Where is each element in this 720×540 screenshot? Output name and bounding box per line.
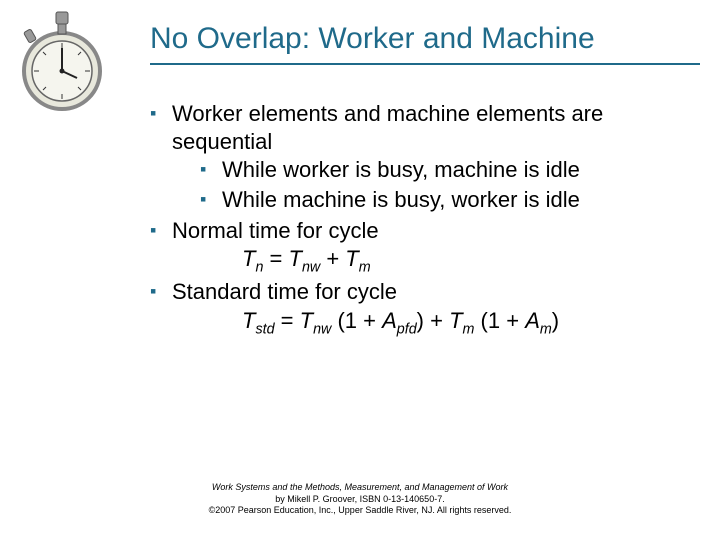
bullet-2: Normal time for cycle Tn = Tnw + Tm [150,217,660,277]
footer-line-3: ©2007 Pearson Education, Inc., Upper Sad… [0,505,720,516]
footer-line-2: by Mikell P. Groover, ISBN 0-13-140650-7… [0,494,720,505]
title-area: No Overlap: Worker and Machine [0,22,720,65]
bullet-1: Worker elements and machine elements are… [150,100,660,215]
bullet-1-sub-2: While machine is busy, worker is idle [200,186,660,214]
formula-normal-time: Tn = Tnw + Tm [242,245,660,277]
bullet-1-text: Worker elements and machine elements are… [172,101,603,154]
slide: No Overlap: Worker and Machine Worker el… [0,0,720,540]
bullet-1-sub-1: While worker is busy, machine is idle [200,156,660,184]
footer-citation: Work Systems and the Methods, Measuremen… [0,482,720,516]
footer-line-1: Work Systems and the Methods, Measuremen… [0,482,720,493]
body-content: Worker elements and machine elements are… [150,100,660,340]
bullet-3: Standard time for cycle Tstd = Tnw (1 + … [150,278,660,338]
title-underline [150,63,700,65]
formula-standard-time: Tstd = Tnw (1 + Apfd) + Tm (1 + Am) [242,307,660,339]
bullet-2-text: Normal time for cycle [172,218,379,243]
bullet-3-text: Standard time for cycle [172,279,397,304]
slide-title: No Overlap: Worker and Machine [150,22,700,57]
